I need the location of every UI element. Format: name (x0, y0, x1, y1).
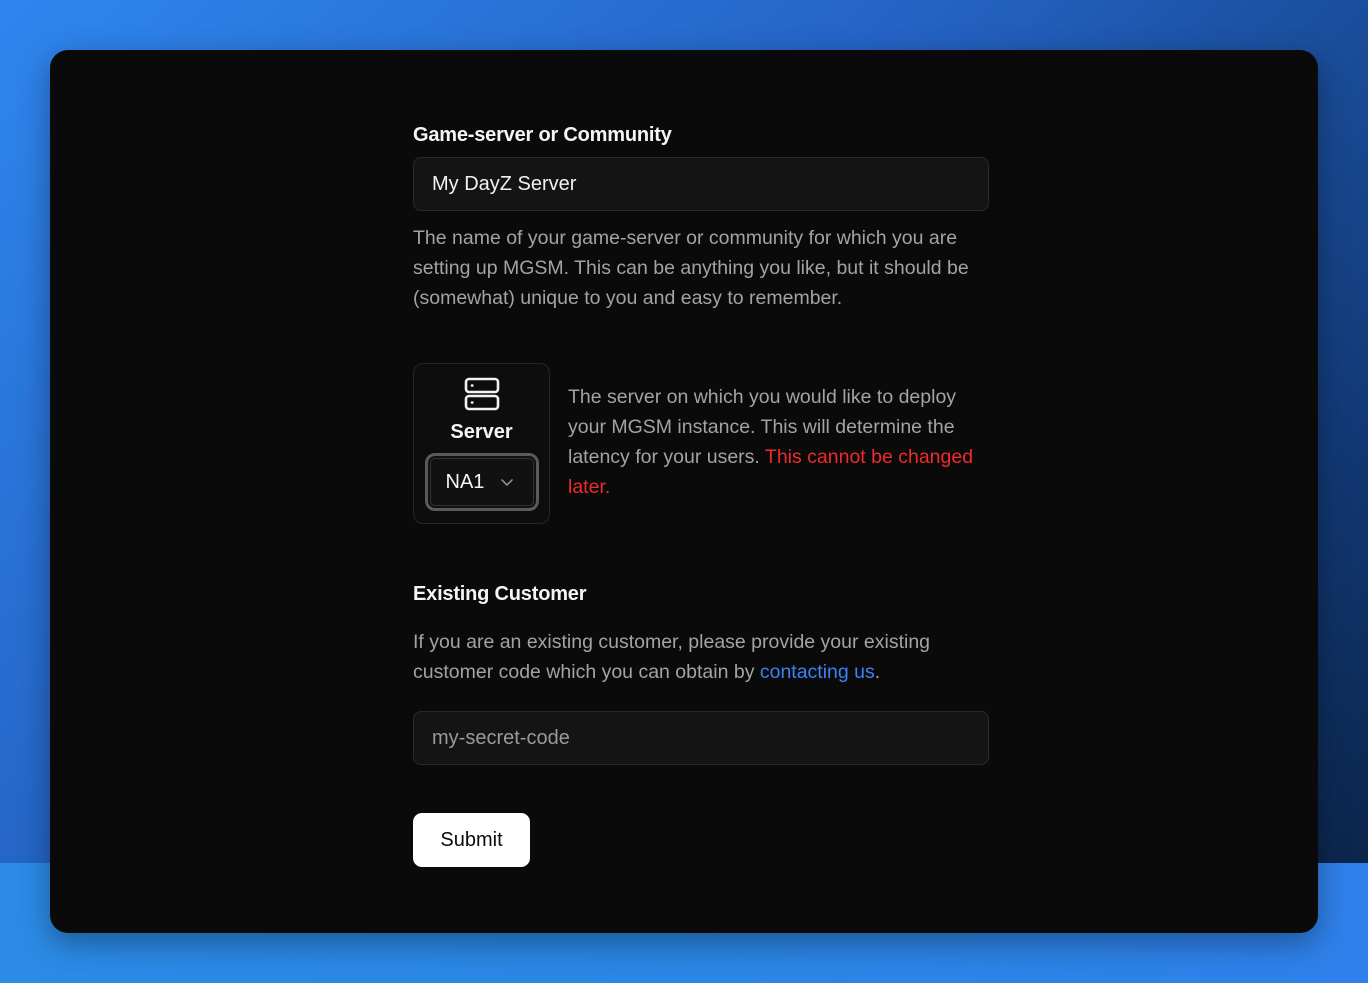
customer-help-text: If you are an existing customer, please … (413, 627, 989, 687)
form-card: Game-server or Community The name of you… (50, 50, 1318, 933)
setup-form: Game-server or Community The name of you… (413, 122, 989, 867)
server-help-text: The server on which you would like to de… (568, 382, 988, 502)
name-help-text: The name of your game-server or communit… (413, 227, 969, 309)
customer-help-after: . (874, 661, 881, 683)
submit-button[interactable]: Submit (413, 813, 530, 867)
server-row: Server NA1 The server on which you would… (413, 363, 989, 524)
customer-code-input[interactable] (413, 711, 989, 765)
server-select-value: NA1 (445, 471, 485, 493)
server-icon (464, 377, 499, 411)
server-box: Server NA1 (413, 363, 550, 524)
server-label: Server (450, 421, 513, 443)
name-input[interactable] (413, 157, 989, 211)
name-label: Game-server or Community (413, 124, 672, 146)
chevron-down-icon (501, 479, 514, 486)
existing-customer-title: Existing Customer (413, 583, 587, 605)
contact-us-link[interactable]: contacting us (760, 661, 875, 683)
server-select[interactable]: NA1 (424, 453, 539, 511)
